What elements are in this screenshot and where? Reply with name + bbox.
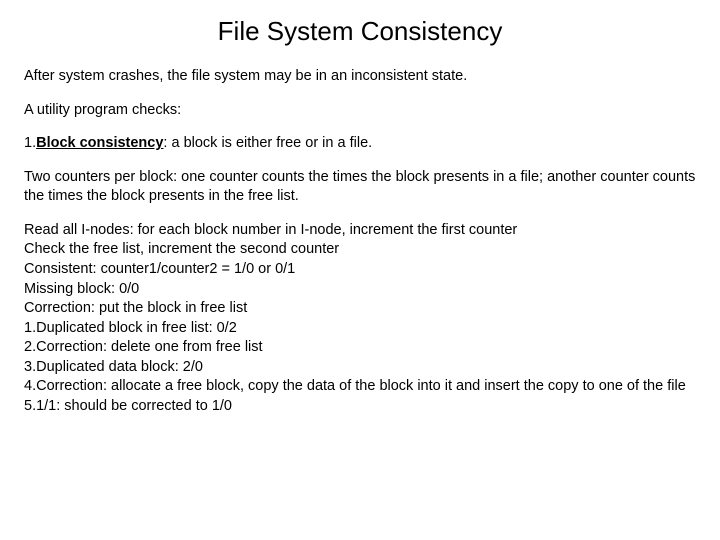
line-item: Correction: put the block in free list [24,299,696,319]
line-item: 3.Duplicated data block: 2/0 [24,358,696,378]
line-item: Missing block: 0/0 [24,280,696,300]
line-item: 2.Correction: delete one from free list [24,338,696,358]
paragraph-block-consistency: 1.Block consistency: a block is either f… [24,134,696,154]
line-item: 5.1/1: should be corrected to 1/0 [24,397,696,417]
block-consistency-label: Block consistency [36,135,163,151]
line-item: 4.Correction: allocate a free block, cop… [24,377,696,397]
item-number: 1. [24,135,36,151]
paragraph-checks: A utility program checks: [24,101,696,121]
line-item: Consistent: counter1/counter2 = 1/0 or 0… [24,260,696,280]
line-item: Check the free list, increment the secon… [24,240,696,260]
paragraph-counters: Two counters per block: one counter coun… [24,168,696,207]
line-item: 1.Duplicated block in free list: 0/2 [24,319,696,339]
line-item: Read all I-nodes: for each block number … [24,221,696,241]
slide-title: File System Consistency [104,16,616,47]
block-consistency-desc: : a block is either free or in a file. [163,135,372,151]
lines-block: Read all I-nodes: for each block number … [24,221,696,417]
paragraph-intro: After system crashes, the file system ma… [24,67,696,87]
